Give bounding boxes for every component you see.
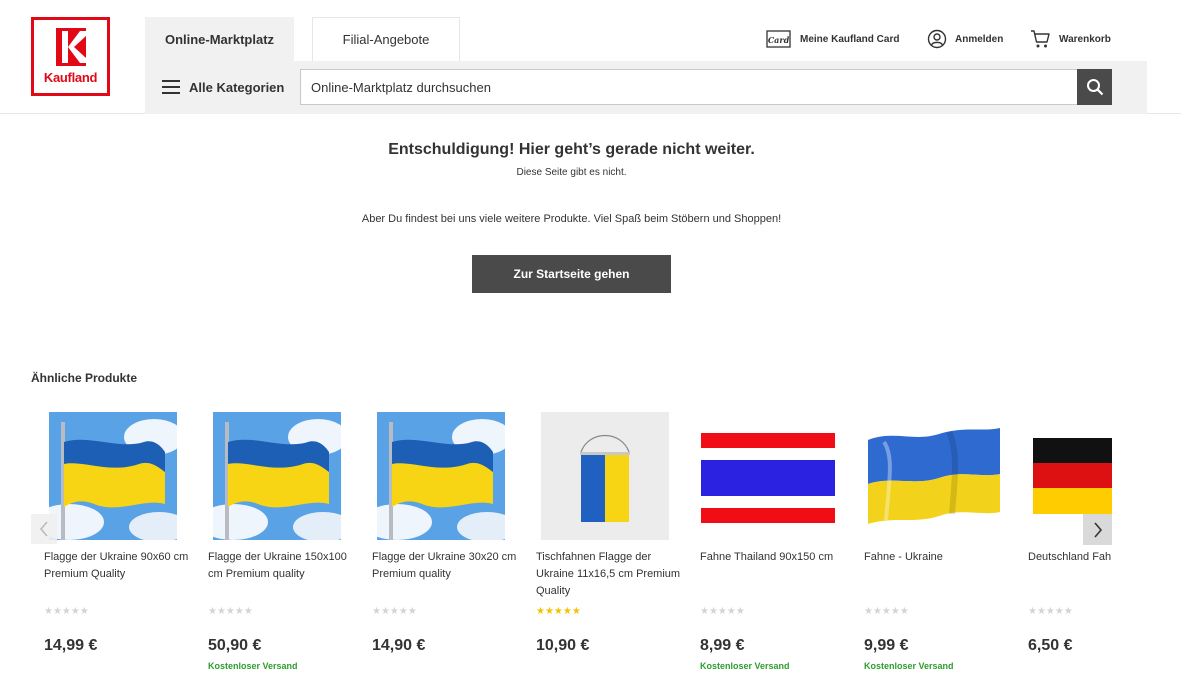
product-title: Flagge der Ukraine 90x60 cm Premium Qual… [44, 551, 189, 580]
ukraine-waving-flag-icon [864, 412, 1004, 540]
product-card[interactable]: Fahne Thailand 90x150 cm ★★★★★ 8,99 € Ko… [700, 412, 850, 688]
kaufland-logo[interactable]: Kaufland [31, 17, 110, 96]
cart-icon [1031, 30, 1050, 48]
product-title: Fahne - Ukraine [864, 551, 943, 563]
rating-stars: ★★★★★ [864, 606, 909, 617]
card-icon: Card [766, 30, 791, 48]
product-card[interactable]: Tischfahnen Flagge der Ukraine 11x16,5 c… [536, 412, 686, 688]
product-card[interactable]: Deutschland Fah ★★★★★ 6,50 € [1028, 412, 1112, 688]
ukraine-pennant-icon [541, 412, 669, 540]
product-price: 6,50 € [1028, 637, 1073, 654]
ukraine-flag-photo-icon [49, 412, 177, 540]
carousel-next-button[interactable] [1083, 514, 1112, 545]
error-title: Entschuldigung! Hier geht’s gerade nicht… [388, 141, 755, 158]
all-categories-button[interactable]: Alle Kategorien [162, 74, 284, 100]
free-shipping-label: Kostenloser Versand [864, 661, 954, 671]
cart-label: Warenkorb [1059, 33, 1111, 45]
product-card[interactable]: Fahne - Ukraine ★★★★★ 9,99 € Kostenloser… [864, 412, 1014, 688]
go-to-homepage-button[interactable]: Zur Startseite gehen [472, 255, 671, 293]
search-button[interactable] [1077, 69, 1112, 105]
similar-products-heading: Ähnliche Produkte [31, 371, 138, 385]
kaufland-card-link[interactable]: Card Meine Kaufland Card [766, 29, 899, 49]
chevron-right-icon [1093, 521, 1102, 538]
product-title: Flagge der Ukraine 30x20 cm Premium qual… [372, 551, 517, 580]
rating-stars: ★★★★★ [208, 606, 253, 617]
free-shipping-label: Kostenloser Versand [208, 661, 298, 671]
site-header: Kaufland Online-Marktplatz Filial-Angebo… [0, 0, 1181, 114]
product-carousel: Flagge der Ukraine 90x60 cm Premium Qual… [31, 412, 1112, 688]
product-image [541, 412, 669, 540]
product-card[interactable]: Flagge der Ukraine 90x60 cm Premium Qual… [44, 412, 194, 688]
product-card[interactable]: Flagge der Ukraine 150x100 cm Premium qu… [208, 412, 358, 688]
product-price: 9,99 € [864, 637, 909, 654]
product-price: 14,99 € [44, 637, 98, 654]
tab-online-marktplatz[interactable]: Online-Marktplatz [145, 17, 294, 61]
login-label: Anmelden [955, 33, 1004, 45]
cart-link[interactable]: Warenkorb [1030, 29, 1111, 49]
error-subtitle: Diese Seite gibt es nicht. [516, 167, 627, 178]
product-title: Tischfahnen Flagge der Ukraine 11x16,5 c… [536, 551, 681, 597]
rating-stars: ★★★★★ [536, 606, 581, 617]
product-card[interactable]: Flagge der Ukraine 30x20 cm Premium qual… [372, 412, 522, 688]
rating-stars: ★★★★★ [372, 606, 417, 617]
thailand-flag-icon [700, 412, 836, 540]
product-title: Flagge der Ukraine 150x100 cm Premium qu… [208, 551, 347, 580]
rating-stars: ★★★★★ [700, 606, 745, 617]
tab-filial-angebote[interactable]: Filial-Angebote [312, 17, 460, 61]
product-image [864, 412, 1004, 540]
product-image [700, 412, 836, 540]
error-text: Aber Du findest bei uns viele weitere Pr… [361, 213, 782, 225]
product-image [49, 412, 177, 540]
rating-stars: ★★★★★ [44, 606, 89, 617]
ukraine-flag-photo-icon [213, 412, 341, 540]
free-shipping-label: Kostenloser Versand [700, 661, 790, 671]
product-image [213, 412, 341, 540]
card-icon-text: Card [768, 35, 790, 45]
chevron-left-icon [39, 521, 48, 537]
logo-text: Kaufland [43, 70, 98, 85]
product-image [377, 412, 505, 540]
user-icon [927, 29, 947, 49]
product-title: Deutschland Fah [1028, 551, 1112, 563]
kaufland-card-label: Meine Kaufland Card [800, 33, 900, 45]
product-price: 14,90 € [372, 637, 426, 654]
hamburger-menu-icon [162, 80, 180, 94]
product-price: 50,90 € [208, 637, 262, 654]
product-title: Fahne Thailand 90x150 cm [700, 551, 834, 563]
product-price: 10,90 € [536, 637, 590, 654]
rating-stars: ★★★★★ [1028, 606, 1073, 617]
all-categories-label: Alle Kategorien [189, 79, 285, 95]
login-link[interactable]: Anmelden [927, 29, 1003, 49]
search-icon [1086, 79, 1103, 96]
product-price: 8,99 € [700, 637, 745, 654]
carousel-prev-button[interactable] [31, 514, 57, 544]
kaufland-logo-icon [56, 28, 86, 66]
ukraine-flag-photo-icon [377, 412, 505, 540]
search-input[interactable] [300, 69, 1077, 105]
